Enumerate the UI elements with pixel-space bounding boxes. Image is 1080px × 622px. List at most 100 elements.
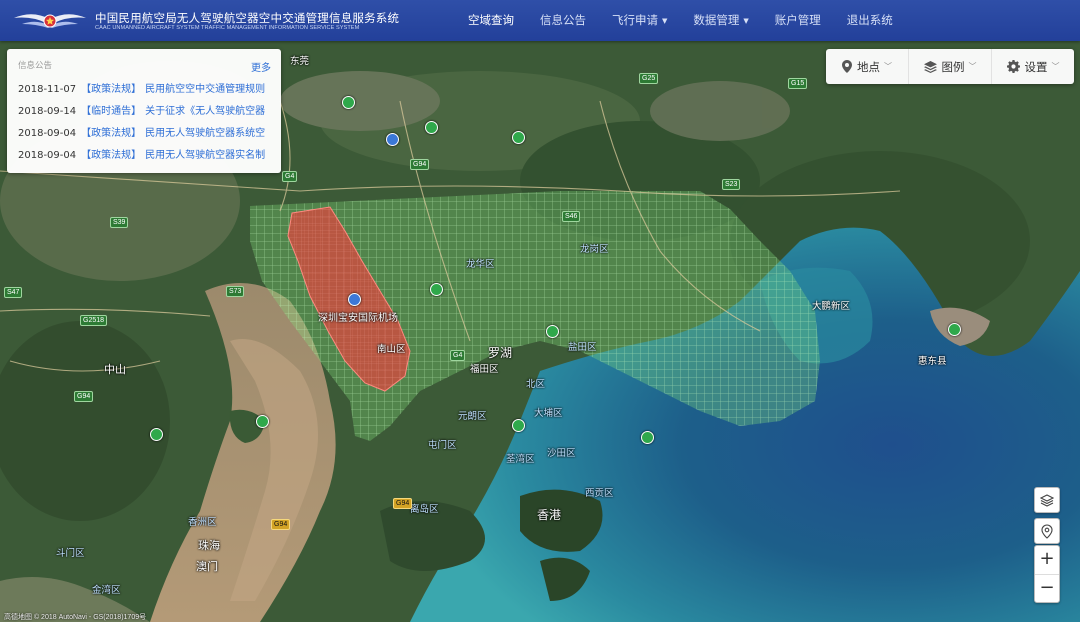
notice-tag: 【政策法规】 bbox=[81, 84, 142, 95]
map-toolbar: 地点 ﹀ 图例 ﹀ 设置 ﹀ bbox=[826, 49, 1074, 84]
legend-label: 图例 bbox=[941, 59, 965, 74]
nav-airspace-query[interactable]: 空域查询 bbox=[455, 0, 527, 41]
notice-date: 2018-09-14 bbox=[18, 106, 77, 117]
map-label: 龙岗区 bbox=[580, 244, 609, 255]
road-shield: G94 bbox=[271, 519, 291, 530]
map-label: 大鹏新区 bbox=[812, 301, 851, 312]
poi-marker[interactable] bbox=[342, 96, 355, 109]
top-nav-bar: 中国民用航空局无人驾驶航空器空中交通管理信息服务系统 CAAC UNMANNED… bbox=[0, 0, 1080, 41]
caac-logo-icon bbox=[14, 14, 86, 28]
notice-item[interactable]: 2018-09-14 【临时通告】 关于征求《无人驾驶航空器 bbox=[18, 104, 276, 126]
notice-item[interactable]: 2018-11-07 【政策法规】 民用航空空中交通管理规则 bbox=[18, 82, 276, 104]
road-shield: G4 bbox=[282, 171, 298, 182]
gear-icon bbox=[1006, 60, 1020, 73]
poi-marker[interactable] bbox=[256, 415, 269, 428]
notice-text: 民用航空空中交通管理规则 bbox=[145, 84, 266, 95]
map-label: 深圳宝安国际机场 bbox=[318, 313, 398, 324]
layers-icon bbox=[1040, 493, 1054, 507]
poi-marker[interactable] bbox=[512, 419, 525, 432]
road-shield: S47 bbox=[4, 287, 23, 298]
map-label: 福田区 bbox=[470, 364, 499, 375]
poi-marker[interactable] bbox=[546, 325, 559, 338]
poi-marker[interactable] bbox=[948, 323, 961, 336]
settings-button[interactable]: 设置 ﹀ bbox=[992, 49, 1074, 84]
main-nav: 空域查询 信息公告 飞行申请 ▼ 数据管理 ▼ 账户管理 退出系统 bbox=[455, 0, 906, 41]
map-label: 盐田区 bbox=[568, 342, 597, 353]
notice-date: 2018-09-04 bbox=[18, 150, 77, 161]
chevron-down-icon: ﹀ bbox=[968, 62, 977, 71]
nav-account[interactable]: 账户管理 bbox=[762, 0, 834, 41]
notice-tag: 【临时通告】 bbox=[81, 106, 142, 117]
notice-item[interactable]: 2018-09-04 【政策法规】 民用无人驾驶航空器实名制 bbox=[18, 148, 276, 170]
caret-down-icon: ▼ bbox=[662, 17, 668, 25]
system-title-en: CAAC UNMANNED AIRCRAFT SYSTEM TRAFFIC MA… bbox=[95, 25, 360, 31]
location-button[interactable]: 地点 ﹀ bbox=[826, 49, 909, 84]
poi-marker[interactable] bbox=[386, 133, 399, 146]
map-label: 西贡区 bbox=[585, 488, 614, 499]
road-shield: S23 bbox=[722, 179, 741, 190]
map-label: 元朗区 bbox=[458, 411, 487, 422]
map-label: 龙华区 bbox=[466, 259, 495, 270]
notice-tag: 【政策法规】 bbox=[81, 150, 142, 161]
notice-text: 民用无人驾驶航空器系统空 bbox=[145, 128, 266, 139]
poi-marker[interactable] bbox=[430, 283, 443, 296]
map-label: 香洲区 bbox=[188, 517, 217, 528]
locate-button[interactable] bbox=[1034, 518, 1060, 544]
map-label: 香港 bbox=[537, 508, 562, 522]
nav-logout-label: 退出系统 bbox=[846, 13, 893, 27]
nav-flight-apply[interactable]: 飞行申请 ▼ bbox=[599, 0, 680, 41]
nav-notice[interactable]: 信息公告 bbox=[527, 0, 599, 41]
notice-panel: 信息公告 更多 2018-11-07 【政策法规】 民用航空空中交通管理规则 201… bbox=[7, 49, 281, 173]
map-copyright: 高德地图 © 2018 AutoNavi - GS(2018)1709号 bbox=[4, 614, 147, 621]
map-label: 斗门区 bbox=[56, 548, 85, 559]
road-shield: G15 bbox=[788, 78, 808, 89]
notice-item[interactable]: 2018-09-04 【政策法规】 民用无人驾驶航空器系统空 bbox=[18, 126, 276, 148]
poi-marker[interactable] bbox=[641, 431, 654, 444]
notice-more-link[interactable]: 更多 bbox=[251, 59, 271, 74]
map-label: 中山 bbox=[104, 363, 126, 376]
road-shield: G94 bbox=[393, 498, 413, 509]
road-shield: S46 bbox=[562, 211, 581, 222]
settings-label: 设置 bbox=[1024, 59, 1048, 74]
notice-list: 2018-11-07 【政策法规】 民用航空空中交通管理规则 2018-09-14 【… bbox=[18, 82, 276, 170]
zoom-out-button[interactable]: − bbox=[1035, 575, 1059, 603]
road-shield: G94 bbox=[410, 159, 430, 170]
map-label: 惠东县 bbox=[918, 356, 947, 367]
map-label: 屯门区 bbox=[428, 440, 457, 451]
poi-marker[interactable] bbox=[150, 428, 163, 441]
poi-marker[interactable] bbox=[425, 121, 438, 134]
zoom-in-button[interactable]: + bbox=[1035, 546, 1059, 575]
poi-marker[interactable] bbox=[512, 131, 525, 144]
notice-tag: 【政策法规】 bbox=[81, 128, 142, 139]
nav-logout[interactable]: 退出系统 bbox=[834, 0, 906, 41]
map-pin-icon bbox=[842, 60, 852, 73]
nav-airspace-label: 空域查询 bbox=[468, 13, 514, 27]
nav-data-management-label: 数据管理 bbox=[693, 13, 740, 27]
map-label: 澳门 bbox=[196, 560, 218, 573]
legend-button[interactable]: 图例 ﹀ bbox=[909, 49, 992, 84]
road-shield: G2518 bbox=[80, 315, 108, 326]
map-label: 离岛区 bbox=[410, 504, 439, 515]
map-pin-icon bbox=[1041, 523, 1053, 539]
map-label: 大埔区 bbox=[534, 408, 563, 419]
nav-data-management[interactable]: 数据管理 ▼ bbox=[680, 0, 761, 41]
layer-switch-button[interactable] bbox=[1034, 487, 1060, 513]
airport-icon[interactable] bbox=[348, 293, 361, 306]
nav-flight-apply-label: 飞行申请 bbox=[612, 13, 658, 27]
zoom-control: + − bbox=[1034, 545, 1060, 603]
notice-date: 2018-09-04 bbox=[18, 128, 77, 139]
map-label: 东莞 bbox=[290, 56, 310, 67]
chevron-down-icon: ﹀ bbox=[1051, 62, 1060, 71]
notice-panel-title: 信息公告 bbox=[18, 61, 53, 71]
map-label: 金湾区 bbox=[92, 585, 121, 596]
map-label: 罗湖 bbox=[488, 346, 513, 360]
road-shield: S73 bbox=[226, 286, 245, 297]
map-label: 沙田区 bbox=[547, 448, 576, 459]
nav-notice-label: 信息公告 bbox=[540, 13, 586, 27]
location-label: 地点 bbox=[857, 59, 880, 74]
caret-down-icon: ▼ bbox=[743, 17, 749, 25]
road-shield: G25 bbox=[639, 73, 659, 84]
road-shield: G94 bbox=[74, 391, 94, 402]
map-label: 珠海 bbox=[198, 539, 220, 552]
map-label: 南山区 bbox=[377, 344, 406, 355]
